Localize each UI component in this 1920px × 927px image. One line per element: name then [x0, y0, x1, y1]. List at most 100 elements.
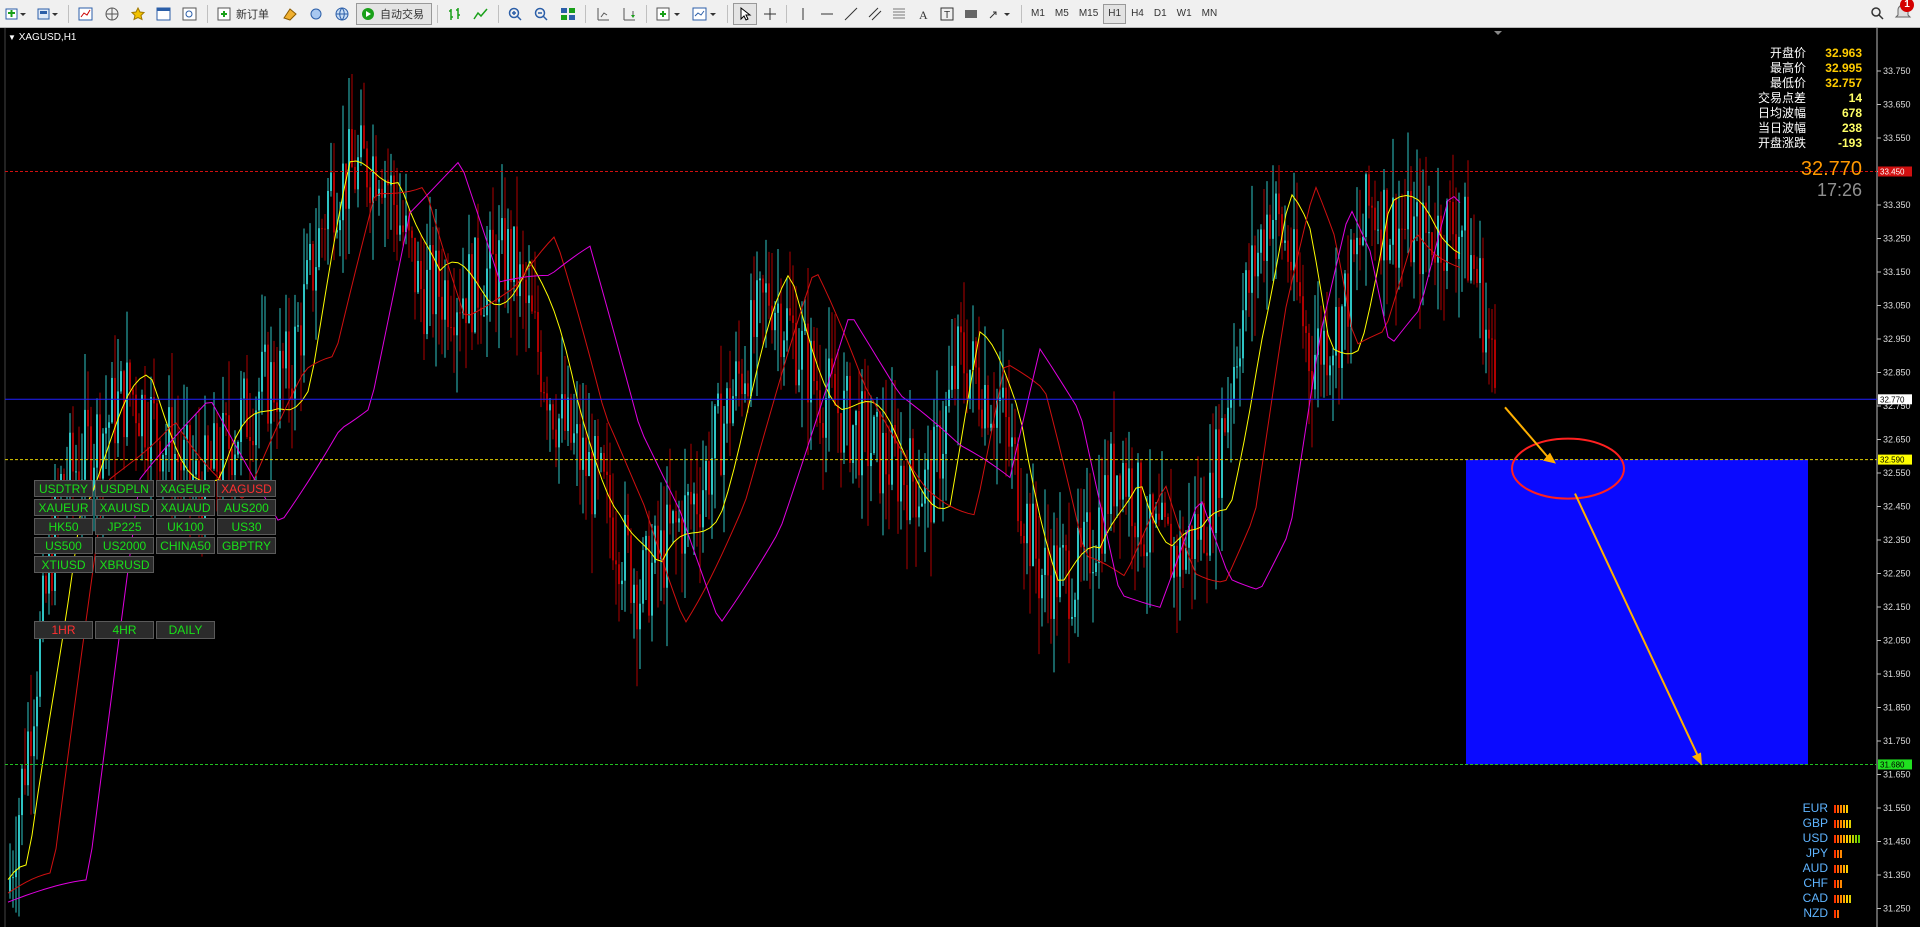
- trendline-tool[interactable]: [840, 4, 862, 24]
- currency-row: NZD: [1798, 906, 1860, 921]
- candle-body: [144, 394, 146, 448]
- new-order-button[interactable]: 新订单: [213, 4, 276, 24]
- channel-tool[interactable]: [864, 4, 886, 24]
- crosshair-tool[interactable]: [759, 4, 781, 24]
- market-watch-button[interactable]: [74, 4, 98, 24]
- rectangle-label-tool[interactable]: [960, 4, 982, 24]
- signals-button[interactable]: [304, 4, 328, 24]
- candle-body: [1005, 387, 1007, 418]
- text-label-tool[interactable]: T: [936, 4, 958, 24]
- candle-body: [873, 416, 875, 454]
- bar-chart-button[interactable]: [443, 4, 467, 24]
- text-tool[interactable]: A: [912, 4, 934, 24]
- profiles-button[interactable]: [33, 4, 63, 24]
- timeframe-mn[interactable]: MN: [1197, 4, 1223, 24]
- candle-body: [1029, 503, 1031, 567]
- timeframe-button-1hr[interactable]: 1HR: [34, 621, 93, 639]
- candle-body: [18, 815, 20, 870]
- timeframe-m5[interactable]: M5: [1050, 4, 1074, 24]
- arrows-tool[interactable]: [984, 4, 1016, 24]
- market-button[interactable]: [330, 4, 354, 24]
- horizontal-line-icon: [821, 13, 833, 14]
- tile-windows-button[interactable]: [556, 4, 580, 24]
- candle-body: [816, 381, 818, 391]
- zoom-in-button[interactable]: [504, 4, 528, 24]
- vertical-line-tool[interactable]: [792, 4, 814, 24]
- arrow-to-entry[interactable]: [1504, 406, 1551, 461]
- line-chart-button[interactable]: [469, 4, 493, 24]
- symbol-button-aus200[interactable]: AUS200: [217, 499, 276, 516]
- symbol-button-us30[interactable]: US30: [217, 518, 276, 535]
- auto-trading-button[interactable]: 自动交易: [356, 2, 432, 25]
- candle-body: [1104, 475, 1106, 554]
- candle-body: [171, 407, 173, 486]
- timeframe-m1[interactable]: M1: [1026, 4, 1050, 24]
- auto-scroll-button[interactable]: [617, 4, 641, 24]
- symbol-switcher-panel: USDTRY USDPLN XAGEUR XAGUSD XAUEUR XAUUSD XAUA…: [34, 480, 276, 573]
- strength-bar: [1852, 834, 1854, 843]
- chart-window[interactable]: 33.750 33.650 33.550 33.450 33.350 33.250 33.1…: [0, 28, 1920, 927]
- timeframe-m15[interactable]: M15: [1074, 4, 1103, 24]
- candle-body: [423, 289, 425, 335]
- symbol-button-jp225[interactable]: JP225: [95, 518, 154, 535]
- timeframe-d1[interactable]: D1: [1149, 4, 1172, 24]
- candle-body: [708, 461, 710, 495]
- candle-body: [1221, 418, 1223, 498]
- timeframe-button-daily[interactable]: DAILY: [156, 621, 215, 639]
- symbol-button-uk100[interactable]: UK100: [156, 518, 215, 535]
- symbol-button-usdtry[interactable]: USDTRY: [34, 480, 93, 497]
- candle-body: [492, 229, 494, 254]
- tester-button[interactable]: [178, 4, 202, 24]
- price-chart[interactable]: 33.750 33.650 33.550 33.450 33.350 33.250 33.1…: [0, 28, 1920, 927]
- currency-name: USD: [1802, 831, 1828, 845]
- zoom-out-button[interactable]: [530, 4, 554, 24]
- fibonacci-tool[interactable]: [888, 4, 910, 24]
- main-toolbar: 新订单 自动交易 A T M1 M5 M15 H1 H4 D1 W1 MN 1: [0, 0, 1920, 28]
- timeframe-h1[interactable]: H1: [1103, 3, 1127, 24]
- indicators-icon: [656, 7, 680, 20]
- chart-shift-marker[interactable]: [1494, 31, 1502, 35]
- symbol-button-xauusd[interactable]: XAUUSD: [95, 499, 154, 516]
- timeframe-h4[interactable]: H4: [1126, 4, 1149, 24]
- info-row: 最高价 32.995: [1758, 61, 1862, 76]
- horizontal-line-tool[interactable]: [816, 4, 838, 24]
- periods-button[interactable]: [688, 4, 722, 24]
- new-chart-button[interactable]: [1, 4, 31, 24]
- timeframe-w1[interactable]: W1: [1172, 4, 1197, 24]
- symbol-button-xagusd[interactable]: XAGUSD: [217, 480, 276, 497]
- candle-body: [966, 373, 968, 399]
- symbol-button-xageur[interactable]: XAGEUR: [156, 480, 215, 497]
- collapse-triangle-icon[interactable]: ▼: [8, 33, 16, 42]
- symbol-button-xaueur[interactable]: XAUEUR: [34, 499, 93, 516]
- candle-body: [990, 423, 992, 428]
- expert-editor-button[interactable]: [278, 4, 302, 24]
- symbol-button-xauaud[interactable]: XAUAUD: [156, 499, 215, 516]
- symbol-button-china50[interactable]: CHINA50: [156, 537, 215, 554]
- candle-body: [1263, 229, 1265, 261]
- symbol-button-hk50[interactable]: HK50: [34, 518, 93, 535]
- indicators-button[interactable]: [652, 4, 686, 24]
- candle-body: [273, 362, 275, 403]
- symbol-button-xbrusd[interactable]: XBRUSD: [95, 556, 154, 573]
- candle-body: [750, 300, 752, 397]
- notifications-button[interactable]: 1: [1894, 0, 1914, 22]
- candle-body: [1425, 202, 1427, 233]
- chart-shift-button[interactable]: [591, 4, 615, 24]
- cursor-tool[interactable]: [733, 2, 757, 25]
- navigator-button[interactable]: [100, 4, 124, 24]
- symbol-button-us500[interactable]: US500: [34, 537, 93, 554]
- candle-body: [108, 422, 110, 428]
- symbol-button-gbptry[interactable]: GBPTRY: [217, 537, 276, 554]
- candle-body: [330, 172, 332, 191]
- candle-body: [261, 351, 263, 392]
- symbol-button-xtiusd[interactable]: XTIUSD: [34, 556, 93, 573]
- favorites-button[interactable]: [126, 4, 150, 24]
- target-zone-rectangle[interactable]: [1466, 459, 1808, 765]
- timeframe-button-4hr[interactable]: 4HR: [95, 621, 154, 639]
- symbol-button-us2000[interactable]: US2000: [95, 537, 154, 554]
- search-icon[interactable]: [1870, 6, 1884, 20]
- terminal-button[interactable]: [152, 4, 176, 24]
- symbol-button-usdpln[interactable]: USDPLN: [95, 480, 154, 497]
- candle-body: [525, 279, 527, 304]
- info-row: 当日波幅 238: [1758, 121, 1862, 136]
